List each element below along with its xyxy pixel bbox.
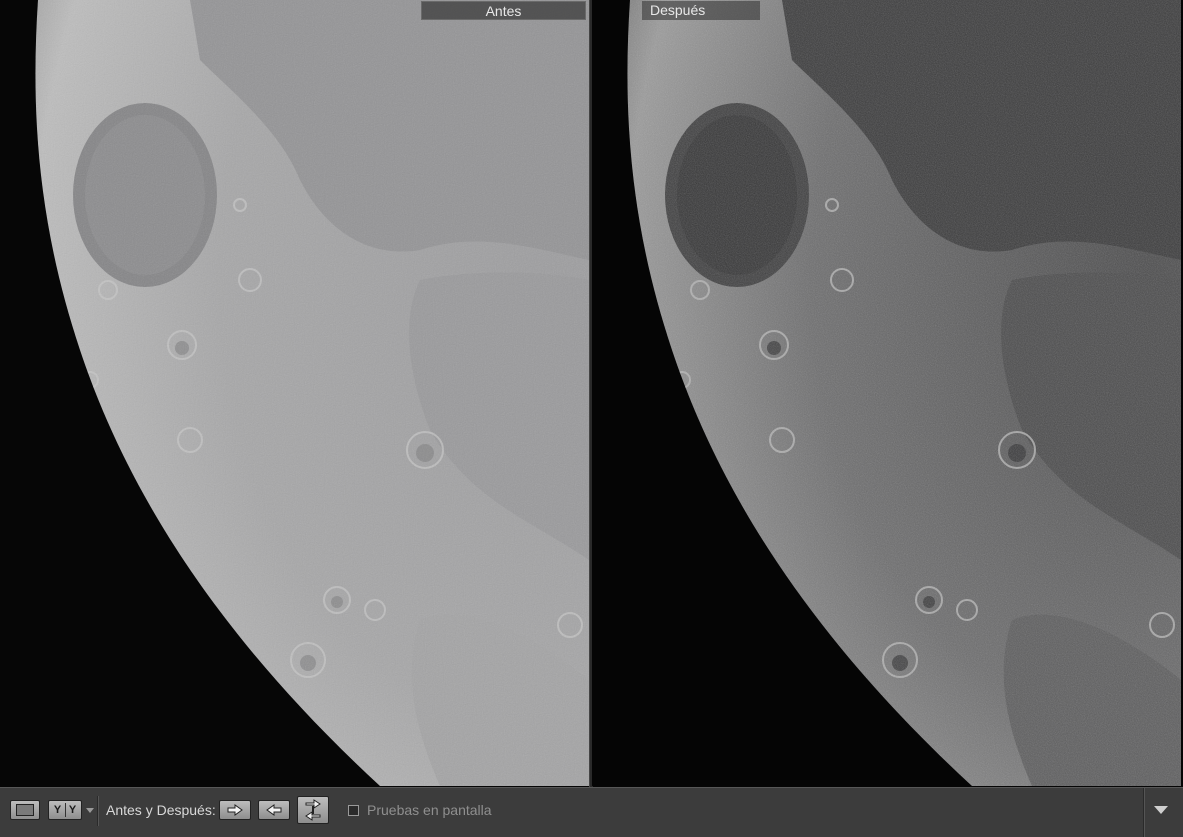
- before-after-view-icon-right: Y: [68, 804, 77, 816]
- chevron-down-icon[interactable]: [1154, 806, 1168, 814]
- before-after-view-icon: Y: [53, 804, 62, 816]
- moon-after-image: [592, 0, 1181, 786]
- swap-icon: [305, 799, 321, 821]
- arrow-right-icon: [227, 804, 243, 816]
- loupe-view-button[interactable]: [10, 800, 40, 820]
- lightroom-develop-window: Antes Después Y Y Antes y Después: Prueb…: [0, 0, 1183, 837]
- moon-before-image: [0, 0, 589, 786]
- before-label: Antes: [421, 1, 586, 20]
- toolbar: Y Y Antes y Después: Pruebas en pantalla: [0, 787, 1183, 837]
- copy-before-to-after-button[interactable]: [219, 800, 251, 820]
- before-after-viewer: Antes Después: [0, 0, 1183, 787]
- after-image-pane[interactable]: Después: [592, 0, 1181, 786]
- before-image-pane[interactable]: Antes: [0, 0, 589, 786]
- single-view-icon: [16, 804, 34, 816]
- copy-after-to-before-button[interactable]: [258, 800, 290, 820]
- view-mode-dropdown-icon[interactable]: [86, 808, 94, 813]
- soft-proofing-label[interactable]: Pruebas en pantalla: [367, 800, 492, 820]
- swap-before-after-button[interactable]: [297, 796, 329, 824]
- toolbar-separator-right: [1143, 788, 1145, 837]
- before-after-label: Antes y Después:: [106, 802, 216, 818]
- after-label: Después: [642, 1, 760, 20]
- toolbar-separator: [97, 796, 99, 826]
- before-after-view-button[interactable]: Y Y: [48, 800, 82, 820]
- soft-proofing-checkbox[interactable]: [348, 805, 359, 816]
- arrow-left-icon: [266, 804, 282, 816]
